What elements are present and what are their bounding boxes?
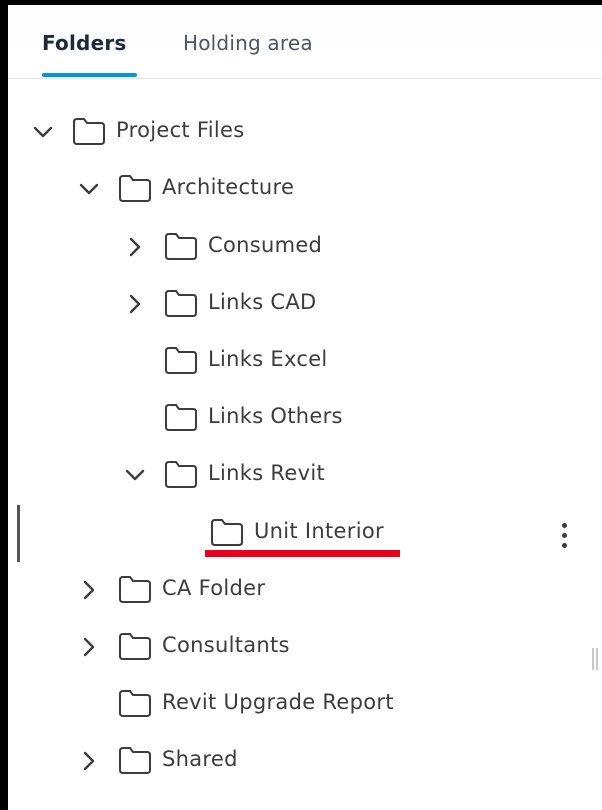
- folder-icon: [119, 576, 151, 603]
- tab-holding-area[interactable]: Holding area: [183, 31, 333, 79]
- panel-tabs: Folders Holding area: [8, 5, 602, 79]
- tree-item-revit-upgrade-report[interactable]: Revit Upgrade Report: [8, 677, 602, 733]
- folder-icon: [211, 519, 243, 546]
- tree-item-label: Unit Interior: [254, 519, 384, 543]
- active-tab-indicator: [42, 73, 137, 77]
- folder-icon: [119, 690, 151, 717]
- folder-icon: [165, 461, 197, 488]
- folder-icon: [165, 233, 197, 260]
- chevron-down-icon[interactable]: [122, 462, 148, 488]
- tree-item-label: Shared: [162, 747, 238, 771]
- tree-item-links-cad[interactable]: Links CAD: [8, 277, 602, 333]
- chevron-right-icon[interactable]: [76, 577, 102, 603]
- tree-item-links-excel[interactable]: Links Excel: [8, 334, 602, 390]
- folder-icon: [165, 347, 197, 374]
- folder-icon: [73, 118, 105, 145]
- tree-item-label: Consumed: [208, 233, 323, 257]
- tree-item-label: Architecture: [162, 175, 295, 199]
- annotation-underline: [205, 550, 400, 557]
- tree-item-consultants[interactable]: Consultants: [8, 620, 602, 676]
- tree-item-label: Links CAD: [208, 290, 317, 314]
- folder-icon: [119, 747, 151, 774]
- tree-item-label: Links Excel: [208, 347, 328, 371]
- tree-item-shared[interactable]: Shared: [8, 734, 602, 790]
- tab-folders[interactable]: Folders: [42, 31, 137, 79]
- tree-item-links-others[interactable]: Links Others: [8, 391, 602, 447]
- tree-item-label: Links Revit: [208, 461, 325, 485]
- tree-item-label: Consultants: [162, 633, 290, 657]
- tree-item-label: CA Folder: [162, 576, 266, 600]
- tree-item-label: Links Others: [208, 404, 343, 428]
- folder-icon: [119, 175, 151, 202]
- tree-item-architecture[interactable]: Architecture: [8, 162, 602, 218]
- folder-icon: [165, 404, 197, 431]
- chevron-right-icon[interactable]: [76, 634, 102, 660]
- tree-item-label: Revit Upgrade Report: [162, 690, 394, 714]
- chevron-down-icon[interactable]: [76, 176, 102, 202]
- folder-icon: [119, 633, 151, 660]
- more-options-icon[interactable]: [552, 516, 576, 554]
- panel-resize-handle[interactable]: [592, 648, 600, 670]
- chevron-down-icon[interactable]: [30, 119, 56, 145]
- chevron-right-icon[interactable]: [76, 748, 102, 774]
- tree-item-links-revit[interactable]: Links Revit: [8, 448, 602, 504]
- tree-item-label: Project Files: [116, 118, 245, 142]
- tree-item-ca-folder[interactable]: CA Folder: [8, 563, 602, 619]
- selection-indicator: [17, 505, 20, 562]
- tree-item-consumed[interactable]: Consumed: [8, 220, 602, 276]
- chevron-right-icon[interactable]: [122, 234, 148, 260]
- folder-icon: [165, 290, 197, 317]
- chevron-right-icon[interactable]: [122, 291, 148, 317]
- tree-item-project-files[interactable]: Project Files: [8, 105, 602, 161]
